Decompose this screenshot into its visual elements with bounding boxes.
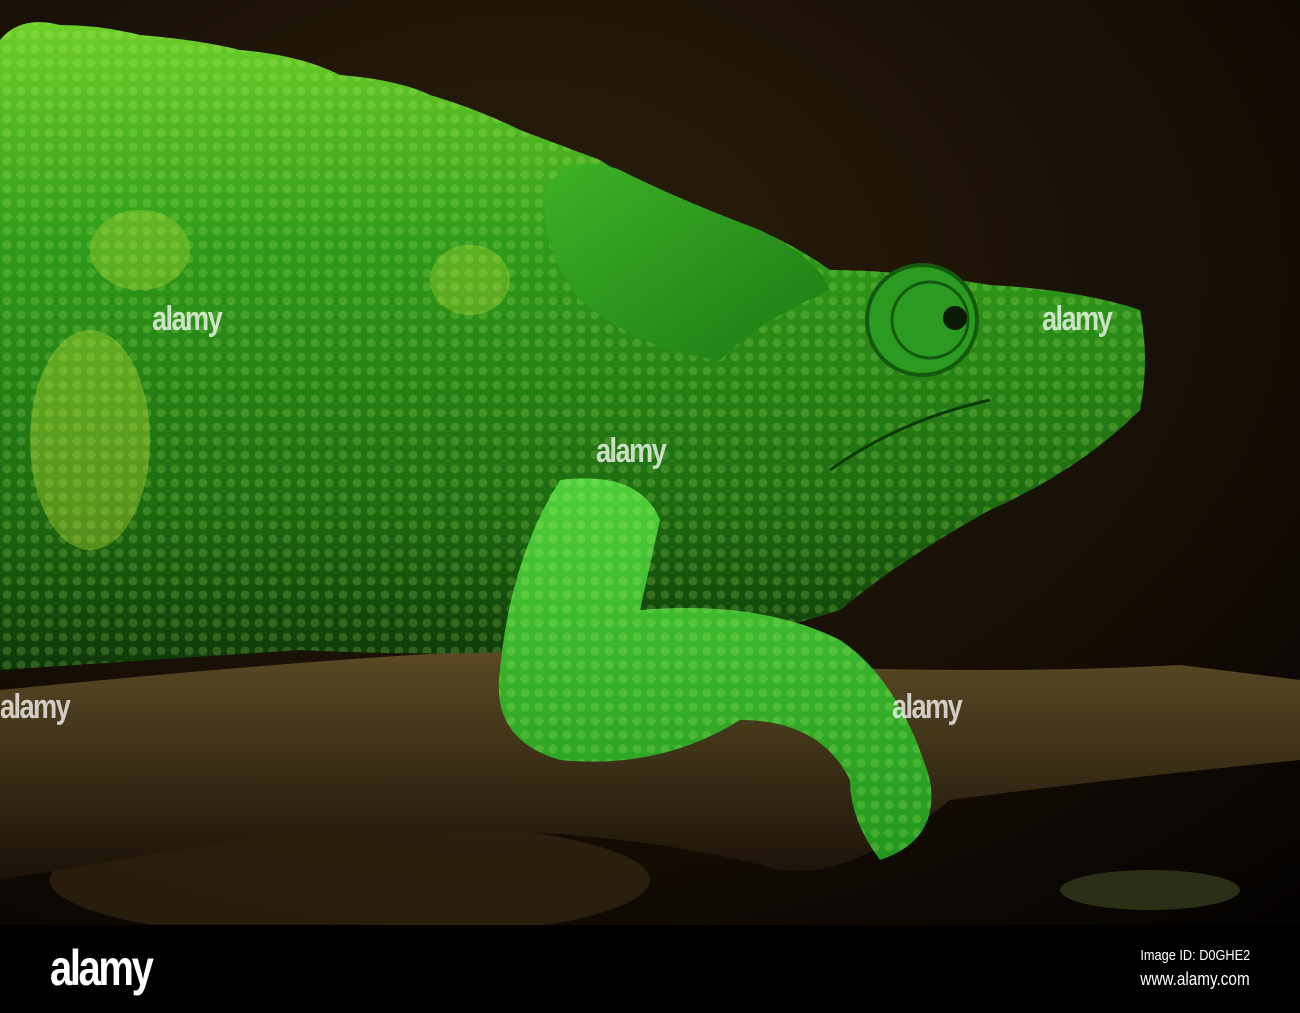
- stock-photo: alamy alamy alamy alamy alamy alamy Imag…: [0, 0, 1300, 1013]
- watermark: alamy: [152, 300, 223, 338]
- watermark: alamy: [892, 688, 963, 726]
- alamy-logo: alamy: [50, 940, 154, 996]
- site-url: www.alamy.com: [1140, 969, 1250, 989]
- watermark: alamy: [596, 432, 667, 470]
- image-id: Image ID: D0GHE2: [1140, 947, 1250, 964]
- watermark: alamy: [1042, 300, 1113, 338]
- footer-bar: alamy Image ID: D0GHE2 www.alamy.com: [0, 925, 1300, 1013]
- watermark: alamy: [0, 688, 71, 726]
